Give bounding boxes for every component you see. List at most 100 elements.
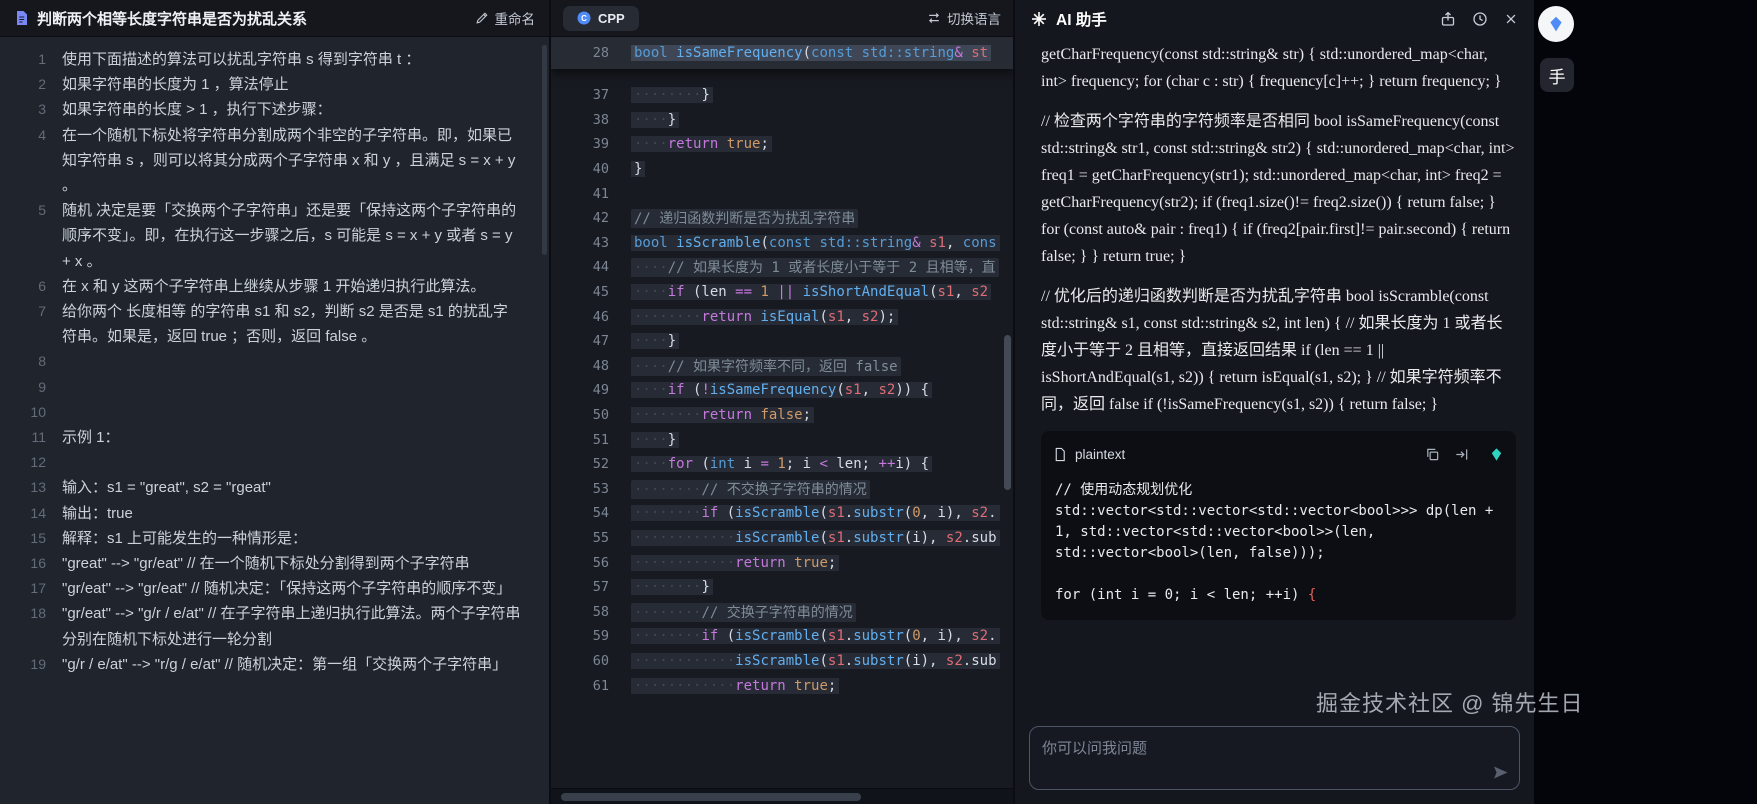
editor-line[interactable]: 40} <box>551 157 1013 182</box>
editor-line[interactable]: 57 ········} <box>551 575 1013 600</box>
line-number: 44 <box>592 259 609 276</box>
line-number: 7 <box>38 303 46 320</box>
editor-line[interactable]: 47 ····} <box>551 329 1013 354</box>
close-icon[interactable] <box>1504 12 1518 26</box>
app-window: 判断两个相等长度字符串是否为扰乱关系 重命名 1 使用下面描述的算法可以扰乱字符串… <box>0 0 1534 804</box>
assistant-conversation[interactable]: getCharFrequency(const std::string& str)… <box>1015 37 1534 716</box>
code-editor-panel: C CPP 切换语言 28 bool isSameFrequency(const … <box>551 0 1015 804</box>
editor-line[interactable]: 37 ········} <box>551 83 1013 108</box>
chat-input[interactable] <box>1030 727 1519 789</box>
problem-content[interactable]: 1 使用下面描述的算法可以扰乱字符串 s 得到字符串 t ： 2 如果字符串的长度为 … <box>0 37 549 804</box>
line-number: 28 <box>592 45 609 61</box>
code-text: ········} <box>631 87 1013 104</box>
problem-line: 7 给你两个 长度相等 的字符串 s1 和 s2，判断 s2 是否是 s1 的扰乱… <box>0 299 549 349</box>
selection-highlight: ····for (int i = 1; i < len; ++i) { <box>631 456 933 473</box>
line-number: 13 <box>30 479 46 496</box>
selection-highlight: bool isScramble(const std::string& s1, c… <box>631 234 1000 251</box>
editor-line[interactable]: 50 ········return false; <box>551 403 1013 428</box>
insert-code-icon[interactable] <box>1454 447 1469 462</box>
editor-line[interactable]: 42 // 递归函数判断是否为扰乱字符串 <box>551 206 1013 231</box>
line-number: 2 <box>38 76 46 93</box>
floating-tab-label: 手 <box>1548 67 1566 87</box>
problem-doc-icon <box>14 10 29 26</box>
selection-highlight: ····if (len == 1 || isShortAndEqual(s1, … <box>631 284 992 301</box>
editor-line[interactable]: 53 ········// 不交换子字符串的情况 <box>551 477 1013 502</box>
sticky-code-line[interactable]: 28 bool isSameFrequency(const std::string… <box>551 40 1013 66</box>
editor-line[interactable]: 46 ········return isEqual(s1, s2); <box>551 304 1013 329</box>
editor-line[interactable]: 60 ············isScramble(s1.substr(i), s… <box>551 649 1013 674</box>
problem-line-text <box>62 375 521 400</box>
editor-line[interactable]: 43 bool isScramble(const std::string& s1,… <box>551 231 1013 256</box>
code-text: ········// 交换子字符串的情况 <box>631 602 1013 622</box>
swap-arrows-icon <box>927 11 941 25</box>
editor-line[interactable]: 39 ····return true; <box>551 132 1013 157</box>
editor-line[interactable]: 61 ············return true; <box>551 673 1013 698</box>
line-number: 19 <box>30 655 46 672</box>
problem-line: 1 使用下面描述的算法可以扰乱字符串 s 得到字符串 t ： <box>0 47 549 72</box>
selection-highlight: ········return false; <box>631 407 815 424</box>
problem-line: 9 <box>0 375 549 400</box>
editor-line[interactable]: 44 ····// 如果长度为 1 或者长度小于等于 2 且相等，直 <box>551 255 1013 280</box>
code-text: } <box>631 161 1013 178</box>
editor-line[interactable]: 55 ············isScramble(s1.substr(i), s… <box>551 526 1013 551</box>
editor-vertical-scrollbar-thumb[interactable] <box>1004 335 1011 490</box>
floating-widget-avatar[interactable] <box>1538 6 1574 42</box>
send-icon[interactable] <box>1492 764 1509 781</box>
editor-horizontal-scrollbar-thumb[interactable] <box>561 793 861 801</box>
line-number: 60 <box>592 652 609 669</box>
code-text: ········} <box>631 579 1013 596</box>
svg-text:C: C <box>581 14 587 23</box>
selection-highlight: ········return isEqual(s1, s2); <box>631 308 899 325</box>
editor-line[interactable]: 41 <box>551 181 1013 206</box>
editor-line[interactable]: 38 ····} <box>551 108 1013 133</box>
line-number: 8 <box>38 353 46 370</box>
selection-highlight: ············return true; <box>631 554 840 571</box>
editor-line[interactable]: 59 ········if (isScramble(s1.substr(0, i)… <box>551 624 1013 649</box>
rename-button[interactable]: 重命名 <box>475 8 535 28</box>
tab-cpp[interactable]: C CPP <box>563 5 639 31</box>
problem-line: 11 示例 1： <box>0 425 549 450</box>
code-text: ········if (isScramble(s1.substr(0, i), … <box>631 628 1013 645</box>
problem-scrollbar-thumb[interactable] <box>542 45 547 255</box>
chat-input-box[interactable] <box>1029 726 1520 790</box>
code-block-line <box>1055 564 1502 585</box>
selection-highlight: ············isScramble(s1.substr(i), s2.… <box>631 652 1000 669</box>
sticky-scroll-line[interactable]: 28 bool isSameFrequency(const std::string… <box>551 37 1013 69</box>
editor-line[interactable]: 54 ········if (isScramble(s1.substr(0, i)… <box>551 501 1013 526</box>
share-icon[interactable] <box>1440 11 1456 27</box>
history-icon[interactable] <box>1472 11 1488 27</box>
line-number: 50 <box>592 407 609 424</box>
problem-line: 18 "gr/eat" --> "g/r / e/at" // 在子字符串上递归执… <box>0 601 549 651</box>
code-block-header: plaintext <box>1041 431 1516 474</box>
editor-content[interactable]: 28 bool isSameFrequency(const std::string… <box>551 37 1013 804</box>
selection-highlight: ········// 不交换子字符串的情况 <box>631 479 870 499</box>
code-text: ····// 如果字符频率不同，返回 false <box>631 356 1013 376</box>
editor-line[interactable]: 45 ····if (len == 1 || isShortAndEqual(s1… <box>551 280 1013 305</box>
editor-horizontal-scrollbar[interactable] <box>551 788 1013 804</box>
editor-line[interactable]: 51 ····} <box>551 427 1013 452</box>
line-number: 6 <box>38 277 46 294</box>
copy-icon[interactable] <box>1425 447 1440 462</box>
editor-line[interactable]: 52 ····for (int i = 1; i < len; ++i) { <box>551 452 1013 477</box>
editor-line[interactable]: 49 ····if (!isSameFrequency(s1, s2)) { <box>551 378 1013 403</box>
selection-highlight: ········if (isScramble(s1.substr(0, i), … <box>631 505 1000 522</box>
problem-line-text: 在一个随机下标处将字符串分割成两个非空的子字符串。即，如果已知字符串 s ，则可… <box>62 126 520 195</box>
code-text: ········// 不交换子字符串的情况 <box>631 479 1013 499</box>
editor-line[interactable]: 58 ········// 交换子字符串的情况 <box>551 599 1013 624</box>
floating-widget-tab[interactable]: 手 <box>1540 58 1574 92</box>
line-number: 46 <box>592 308 609 325</box>
line-number: 9 <box>38 378 46 395</box>
code-text: ····} <box>631 333 1013 350</box>
switch-language-button[interactable]: 切换语言 <box>927 8 1001 28</box>
assistant-actions <box>1440 11 1518 27</box>
problem-line-text: "great" --> "gr/eat" // 在一个随机下标处分割得到两个子字… <box>62 555 470 573</box>
selection-highlight: ····if (!isSameFrequency(s1, s2)) { <box>631 382 933 399</box>
editor-line[interactable]: 56 ············return true; <box>551 550 1013 575</box>
cpp-language-icon: C <box>577 11 591 25</box>
watermark: 掘金技术社区 @ 锦先生日 <box>1316 691 1584 716</box>
line-number: 55 <box>592 529 609 546</box>
editor-line[interactable]: 48 ····// 如果字符频率不同，返回 false <box>551 354 1013 379</box>
code-text: ············isScramble(s1.substr(i), s2.… <box>631 529 1013 546</box>
editor-lines[interactable]: 37 ········} 38 ····} 39 ····return true; 40} 4… <box>551 69 1013 698</box>
diamond-icon[interactable] <box>1489 447 1504 462</box>
